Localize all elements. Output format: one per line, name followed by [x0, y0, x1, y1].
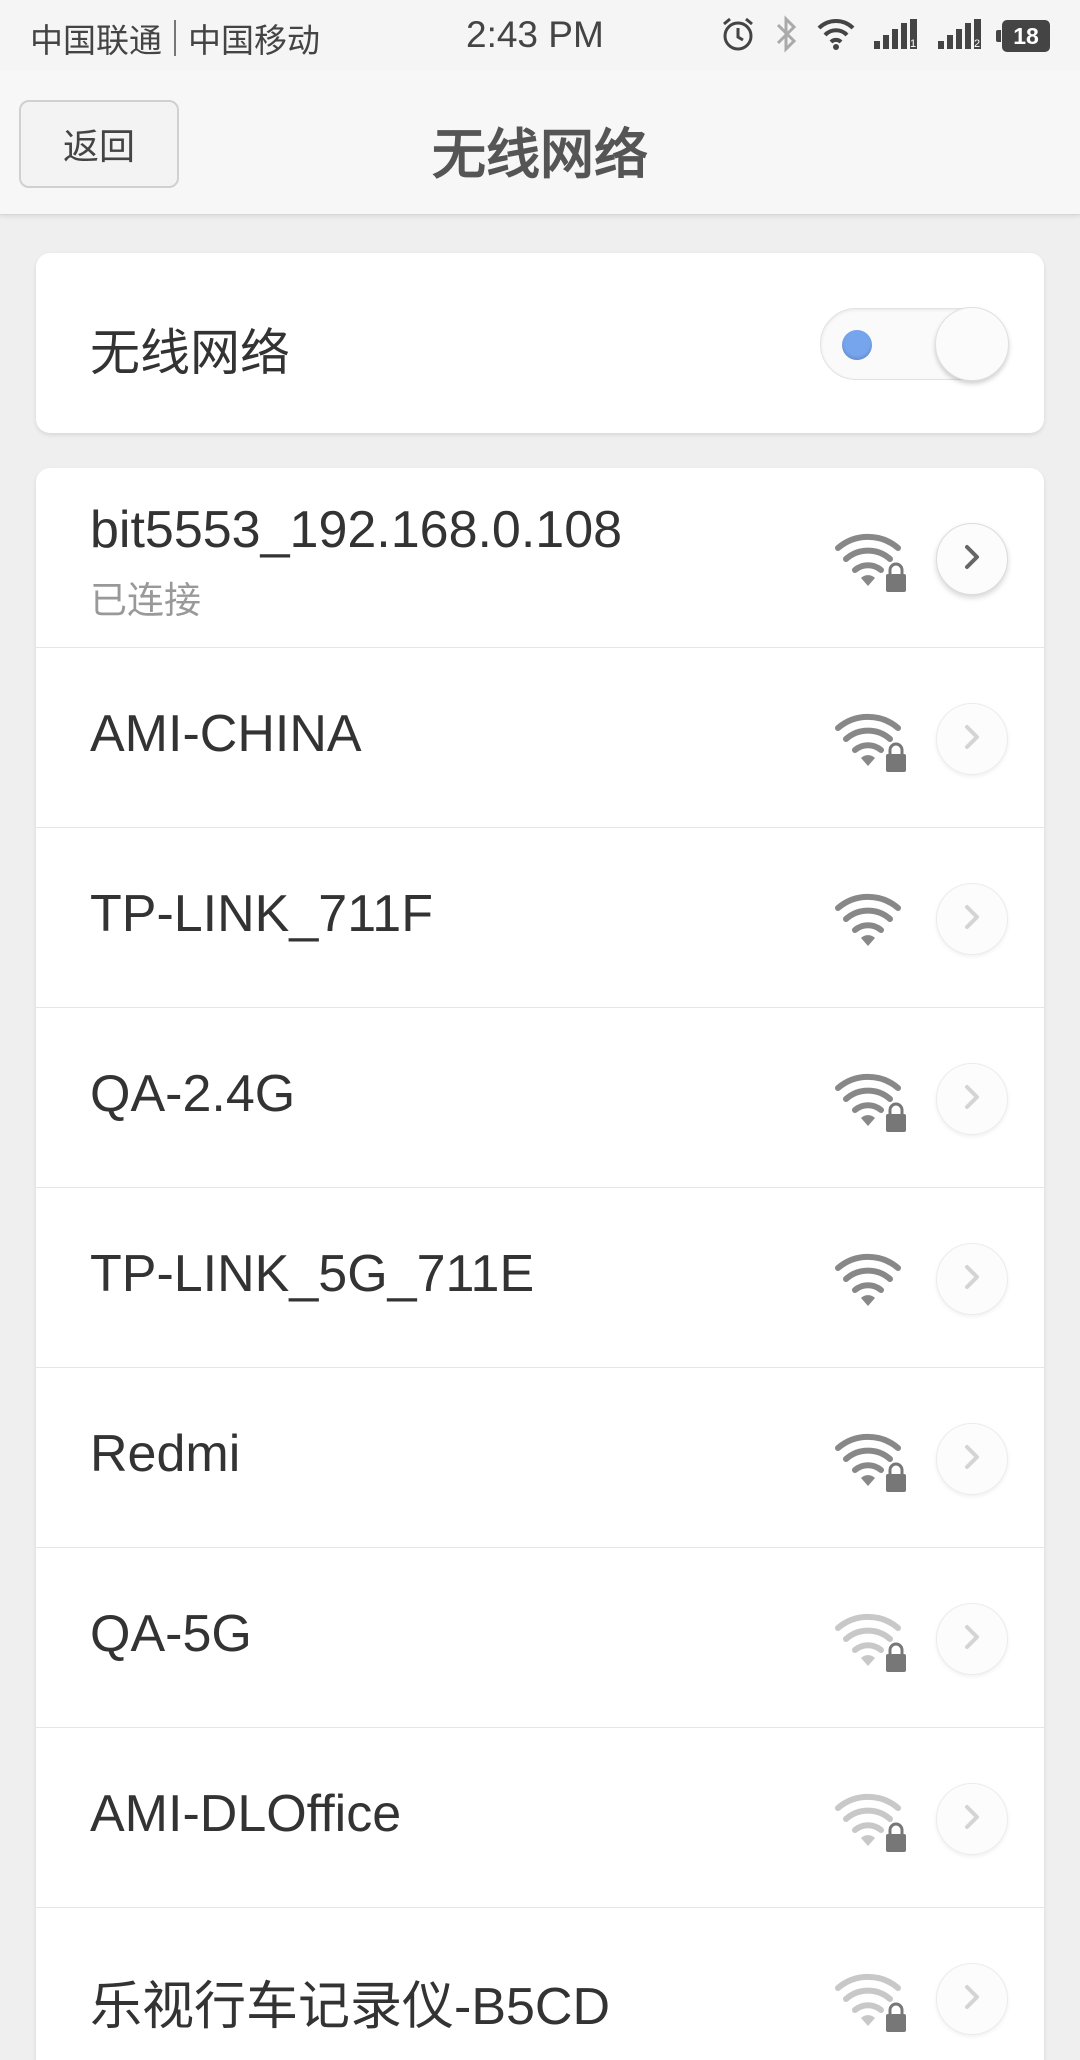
wifi-signal-icon — [832, 1248, 908, 1314]
chevron-right-icon — [960, 1441, 984, 1477]
bluetooth-icon — [774, 15, 798, 57]
network-ssid: AMI-DLOffice — [90, 1785, 402, 1843]
toggle-knob[interactable] — [935, 307, 1009, 381]
chevron-right-icon — [960, 1981, 984, 2017]
wifi-toggle-label: 无线网络 — [90, 324, 290, 382]
network-row[interactable]: 乐视行车记录仪-B5CD — [36, 1908, 1044, 2060]
wifi-toggle-switch[interactable] — [820, 307, 1009, 381]
toggle-indicator-dot — [842, 330, 872, 360]
network-ssid: Redmi — [90, 1425, 241, 1483]
chevron-right-icon — [960, 1801, 984, 1837]
network-detail-button[interactable] — [936, 1063, 1008, 1135]
wifi-signal-icon — [832, 888, 908, 954]
network-detail-button[interactable] — [936, 883, 1008, 955]
wifi-lock-icon — [832, 1968, 908, 2034]
network-detail-button[interactable] — [936, 523, 1008, 595]
network-detail-button[interactable] — [936, 1243, 1008, 1315]
network-row[interactable]: QA-5G — [36, 1548, 1044, 1728]
network-ssid: 乐视行车记录仪-B5CD — [90, 1978, 611, 2036]
wifi-toggle-card: 无线网络 — [36, 253, 1044, 433]
network-detail-button[interactable] — [936, 1783, 1008, 1855]
chevron-right-icon — [960, 721, 984, 757]
network-list: bit5553_192.168.0.108 已连接 AMI-CHINA TP-LINK… — [36, 468, 1044, 2060]
network-ssid: TP-LINK_711F — [90, 885, 433, 943]
chevron-right-icon — [960, 901, 984, 937]
network-row[interactable]: TP-LINK_5G_711E — [36, 1188, 1044, 1368]
wifi-lock-icon — [832, 1068, 908, 1134]
network-detail-button[interactable] — [936, 703, 1008, 775]
network-ssid: QA-5G — [90, 1605, 252, 1663]
network-detail-button[interactable] — [936, 1603, 1008, 1675]
carrier-2-label: 中国移动 — [188, 21, 320, 60]
chevron-right-icon — [960, 541, 984, 577]
status-icons: 1 2 18 — [720, 15, 1050, 57]
chevron-right-icon — [960, 1081, 984, 1117]
carrier-info: 中国联通 中国移动 — [30, 14, 320, 62]
network-ssid: QA-2.4G — [90, 1065, 296, 1123]
svg-text:2: 2 — [974, 38, 980, 49]
network-detail-button[interactable] — [936, 1963, 1008, 2035]
carrier-1-label: 中国联通 — [30, 21, 162, 60]
network-row[interactable]: TP-LINK_711F — [36, 828, 1044, 1008]
network-row[interactable]: QA-2.4G — [36, 1008, 1044, 1188]
network-row[interactable]: AMI-DLOffice — [36, 1728, 1044, 1908]
network-detail-button[interactable] — [936, 1423, 1008, 1495]
wifi-lock-icon — [832, 708, 908, 774]
wifi-lock-icon — [832, 1788, 908, 1854]
wifi-lock-icon — [832, 528, 908, 594]
network-ssid: bit5553_192.168.0.108 — [90, 501, 623, 559]
chevron-right-icon — [960, 1261, 984, 1297]
page-title: 无线网络 — [432, 123, 648, 186]
network-row[interactable]: bit5553_192.168.0.108 已连接 — [36, 468, 1044, 648]
title-bar: 返回 无线网络 — [0, 70, 1080, 215]
signal-1-icon: 1 — [874, 19, 920, 53]
network-row[interactable]: AMI-CHINA — [36, 648, 1044, 828]
signal-2-icon: 2 — [938, 19, 984, 53]
carrier-divider — [174, 20, 176, 56]
chevron-right-icon — [960, 1621, 984, 1657]
alarm-icon — [720, 16, 756, 56]
svg-text:1: 1 — [910, 38, 916, 49]
status-time: 2:43 PM — [466, 14, 604, 55]
network-status: 已连接 — [90, 579, 201, 622]
battery-icon: 18 — [996, 20, 1050, 52]
wifi-lock-icon — [832, 1428, 908, 1494]
network-row[interactable]: Redmi — [36, 1368, 1044, 1548]
network-ssid: TP-LINK_5G_711E — [90, 1245, 535, 1303]
wifi-lock-icon — [832, 1608, 908, 1674]
network-ssid: AMI-CHINA — [90, 705, 362, 763]
status-bar: 中国联通 中国移动 2:43 PM 1 2 18 — [0, 0, 1080, 70]
wifi-status-icon — [816, 18, 856, 54]
